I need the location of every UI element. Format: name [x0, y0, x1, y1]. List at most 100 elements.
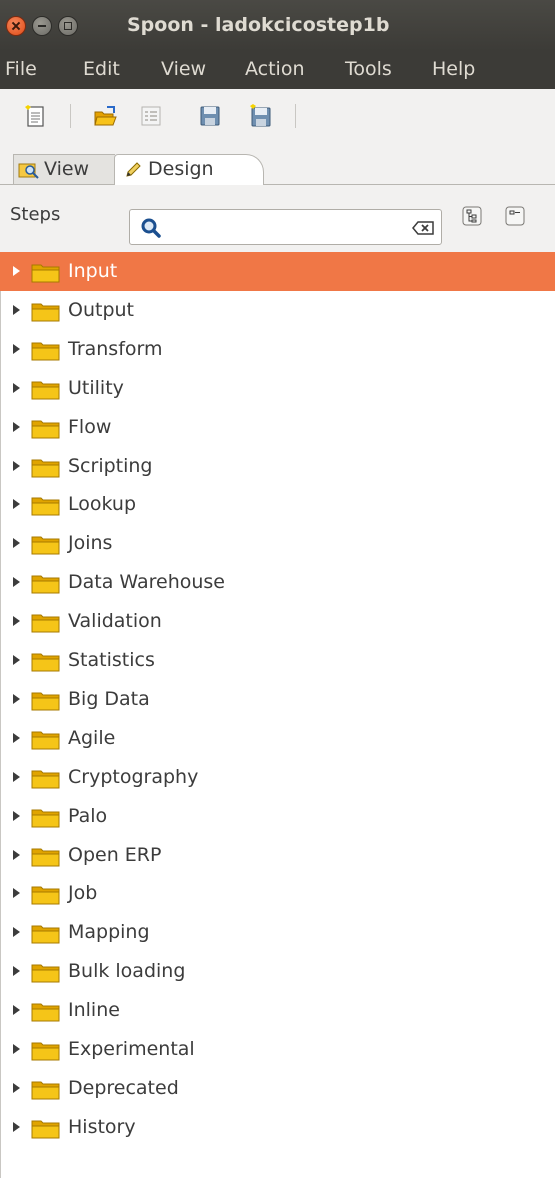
maximize-window-icon[interactable]	[58, 16, 78, 36]
toolbar-separator	[70, 104, 71, 128]
expand-arrow-icon[interactable]	[13, 1083, 20, 1093]
expand-arrow-icon[interactable]	[13, 305, 20, 315]
search-icon	[141, 218, 161, 238]
expand-arrow-icon[interactable]	[13, 966, 20, 976]
tree-item[interactable]: Validation	[0, 602, 555, 641]
folder-icon	[31, 809, 60, 828]
tree-item-label: Inline	[68, 999, 120, 1021]
tree-item[interactable]: Scripting	[0, 447, 555, 486]
steps-search-box[interactable]	[129, 209, 442, 245]
expand-arrow-icon[interactable]	[13, 616, 20, 626]
expand-arrow-icon[interactable]	[13, 694, 20, 704]
tree-item[interactable]: Job	[0, 874, 555, 913]
expand-arrow-icon[interactable]	[13, 422, 20, 432]
tree-item-label: Bulk loading	[68, 960, 186, 982]
menu-tools[interactable]: Tools	[345, 58, 392, 80]
expand-arrow-icon[interactable]	[13, 888, 20, 898]
tree-item[interactable]: Open ERP	[0, 836, 555, 875]
tree-item[interactable]: Bulk loading	[0, 952, 555, 991]
folder-icon	[31, 459, 60, 478]
tree-item[interactable]: Output	[0, 291, 555, 330]
pencil-icon	[126, 162, 141, 177]
expand-arrow-icon[interactable]	[13, 344, 20, 354]
tree-item[interactable]: Experimental	[0, 1030, 555, 1069]
steps-search-input[interactable]	[170, 214, 404, 242]
expand-arrow-icon[interactable]	[13, 733, 20, 743]
tree-item-label: Lookup	[68, 493, 137, 515]
folder-icon	[31, 342, 60, 361]
tree-item-label: Joins	[68, 532, 113, 554]
steps-label: Steps	[10, 204, 61, 225]
expand-arrow-icon[interactable]	[13, 383, 20, 393]
tree-item[interactable]: Mapping	[0, 913, 555, 952]
tree-item[interactable]: Inline	[0, 991, 555, 1030]
tree-item[interactable]: Flow	[0, 408, 555, 447]
tree-item[interactable]: Utility	[0, 369, 555, 408]
folder-icon	[31, 692, 60, 711]
explore-repository-icon[interactable]	[139, 104, 163, 128]
folder-icon	[31, 964, 60, 983]
tree-item-label: History	[68, 1116, 136, 1138]
expand-arrow-icon[interactable]	[13, 499, 20, 509]
save-as-icon[interactable]	[249, 104, 273, 128]
tree-item-label: Output	[68, 299, 134, 321]
expand-all-icon[interactable]	[461, 205, 483, 227]
tree-item-label: Experimental	[68, 1038, 195, 1060]
folder-icon	[31, 848, 60, 867]
expand-arrow-icon[interactable]	[13, 1005, 20, 1015]
expand-arrow-icon[interactable]	[13, 1044, 20, 1054]
expand-arrow-icon[interactable]	[13, 850, 20, 860]
tree-item[interactable]: Statistics	[0, 641, 555, 680]
new-file-icon[interactable]	[24, 104, 48, 128]
tab-design-label: Design	[148, 158, 214, 180]
expand-arrow-icon[interactable]	[13, 577, 20, 587]
folder-icon	[31, 575, 60, 594]
tab-view-label: View	[44, 158, 90, 180]
expand-arrow-icon[interactable]	[13, 811, 20, 821]
expand-arrow-icon[interactable]	[13, 538, 20, 548]
tree-item[interactable]: Transform	[0, 330, 555, 369]
folder-icon	[31, 614, 60, 633]
clear-search-icon[interactable]	[412, 220, 434, 236]
tab-design[interactable]: Design	[114, 154, 264, 185]
expand-arrow-icon[interactable]	[13, 772, 20, 782]
collapse-all-icon[interactable]	[504, 205, 526, 227]
tree-item[interactable]: History	[0, 1108, 555, 1147]
close-window-icon[interactable]	[6, 16, 26, 36]
tree-item[interactable]: Big Data	[0, 680, 555, 719]
minimize-window-icon[interactable]	[32, 16, 52, 36]
folder-icon	[31, 303, 60, 322]
tree-item[interactable]: Cryptography	[0, 758, 555, 797]
expand-arrow-icon[interactable]	[13, 655, 20, 665]
folder-icon	[31, 1081, 60, 1100]
tree-item[interactable]: Joins	[0, 524, 555, 563]
folder-icon	[31, 886, 60, 905]
expand-arrow-icon[interactable]	[13, 927, 20, 937]
menu-help[interactable]: Help	[432, 58, 475, 80]
menu-view[interactable]: View	[161, 58, 206, 80]
tree-item[interactable]: Lookup	[0, 485, 555, 524]
expand-arrow-icon[interactable]	[13, 266, 20, 276]
menu-edit[interactable]: Edit	[83, 58, 120, 80]
open-folder-icon[interactable]	[93, 104, 117, 128]
folder-icon	[31, 264, 60, 283]
tree-item[interactable]: Data Warehouse	[0, 563, 555, 602]
tree-item-label: Agile	[68, 727, 116, 749]
tree-item[interactable]: Deprecated	[0, 1069, 555, 1108]
tree-item[interactable]: Input	[0, 252, 555, 291]
save-icon[interactable]	[198, 104, 222, 128]
toolbar-separator	[295, 104, 296, 128]
tree-item-label: Validation	[68, 610, 162, 632]
menu-action[interactable]: Action	[245, 58, 305, 80]
tree-item[interactable]: Palo	[0, 797, 555, 836]
tree-item[interactable]: Agile	[0, 719, 555, 758]
expand-arrow-icon[interactable]	[13, 1122, 20, 1132]
expand-arrow-icon[interactable]	[13, 461, 20, 471]
tree-item-label: Scripting	[68, 455, 153, 477]
menu-file[interactable]: File	[5, 58, 37, 80]
tree-item-label: Open ERP	[68, 844, 162, 866]
main-toolbar	[0, 89, 555, 143]
folder-icon	[31, 1003, 60, 1022]
tab-view[interactable]: View	[13, 154, 115, 185]
folder-icon	[31, 420, 60, 439]
